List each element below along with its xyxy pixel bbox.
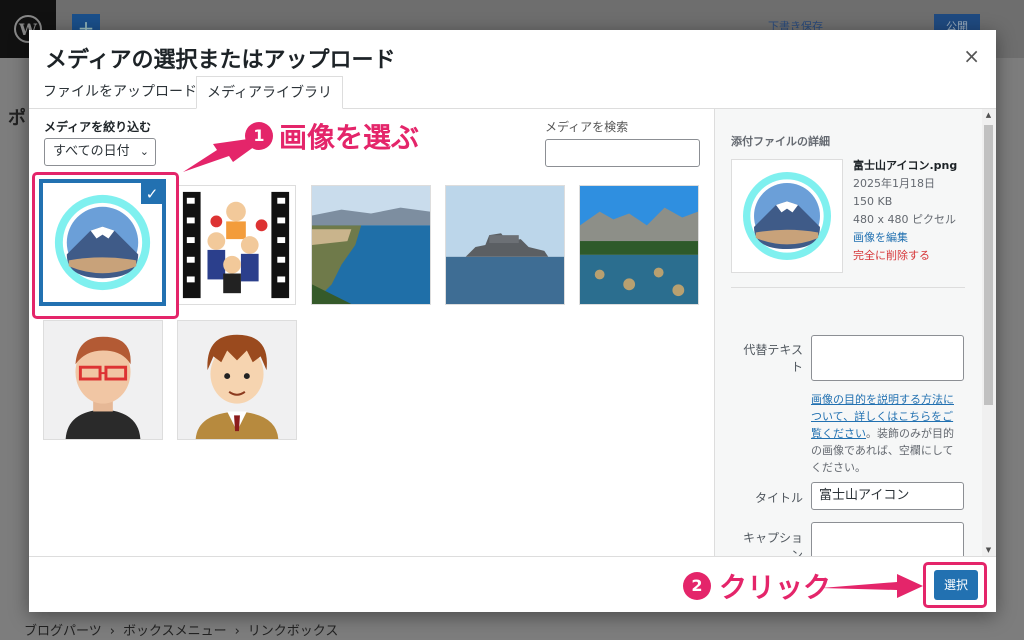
annotation-step1-number: 1 [245,122,273,150]
annotation-step2-text: クリック [719,571,832,604]
delete-permanently-link[interactable]: 完全に削除する [853,247,981,265]
scrollbar-thumb[interactable] [984,125,993,405]
search-label: メディアを検索 [545,120,629,134]
media-item-avatar-glasses[interactable] [43,320,163,440]
island-photo-image [446,186,564,304]
media-item-band[interactable] [176,185,296,305]
alt-text-field[interactable] [811,335,964,381]
details-meta: 富士山アイコン.png 2025年1月18日 150 KB 480 x 480 … [853,157,981,265]
annotation-step2-number: 2 [683,572,711,600]
fuji-icon-preview [743,172,831,260]
details-divider [731,287,965,288]
caption-field[interactable] [811,522,964,556]
edit-image-link[interactable]: 画像を編集 [853,229,981,247]
man-suit-avatar-image [178,321,296,439]
details-thumbnail [731,159,843,273]
breadcrumb-separator: › [234,624,240,639]
select-button[interactable]: 選択 [934,570,978,600]
close-icon[interactable]: × [963,44,980,68]
coast-photo-image [312,186,430,304]
media-item-island[interactable] [445,185,565,305]
title-field[interactable]: 富士山アイコン [811,482,964,510]
date-filter-value: すべての日付 [53,144,130,159]
annotation-highlight-box [32,172,179,319]
media-modal: メディアの選択またはアップロード × ファイルをアップロード メディアライブラリ… [29,30,996,612]
title-label: タイトル [754,491,803,505]
search-input[interactable] [545,139,700,167]
modal-title: メディアの選択またはアップロード [45,48,396,73]
details-size: 150 KB [853,195,893,208]
details-filename: 富士山アイコン.png [853,159,958,172]
media-item-coast[interactable] [311,185,431,305]
annotation-step1-text: 画像を選ぶ [279,121,420,154]
breadcrumb: ブログパーツ › ボックスメニュー › リンクボックス [24,620,346,639]
details-dimensions: 480 x 480 ピクセル [853,213,956,226]
breadcrumb-separator: › [109,624,115,639]
tab-upload-files[interactable]: ファイルをアップロード [33,76,207,109]
tab-media-library[interactable]: メディアライブラリ [196,76,344,109]
details-scrollbar[interactable]: ▲ ▼ [982,109,996,556]
man-glasses-avatar-image [44,321,162,439]
alt-text-help: 画像の目的を説明する方法について、詳しくはこちらをご覧ください。装飾のみが目的の… [811,391,961,476]
modal-tabs: ファイルをアップロード メディアライブラリ [29,76,996,109]
caption-label: キャプション [742,531,803,556]
annotation-arrow-icon [821,574,923,598]
scroll-down-icon[interactable]: ▼ [984,546,993,554]
date-filter-select[interactable]: すべての日付 ⌄ [44,138,156,166]
breadcrumb-item[interactable]: ブログパーツ [24,624,102,639]
band-illustration-image [177,186,295,304]
details-date: 2025年1月18日 [853,177,935,190]
page-title-fragment: ポ [8,108,26,129]
breadcrumb-item[interactable]: リンクボックス [248,624,339,639]
valley-river-photo-image [580,186,698,304]
breadcrumb-item[interactable]: ボックスメニュー [123,624,227,639]
media-item-avatar-suit[interactable] [177,320,297,440]
scroll-up-icon[interactable]: ▲ [984,111,993,119]
filter-label: メディアを絞り込む [44,120,152,134]
chevron-down-icon: ⌄ [139,145,149,158]
details-heading: 添付ファイルの詳細 [731,135,830,148]
alt-text-label: 代替テキスト [743,343,803,374]
attachment-details-panel: 添付ファイルの詳細 富士山アイコン.png 2025年1月18日 150 KB … [714,109,996,556]
media-item-valley[interactable] [579,185,699,305]
